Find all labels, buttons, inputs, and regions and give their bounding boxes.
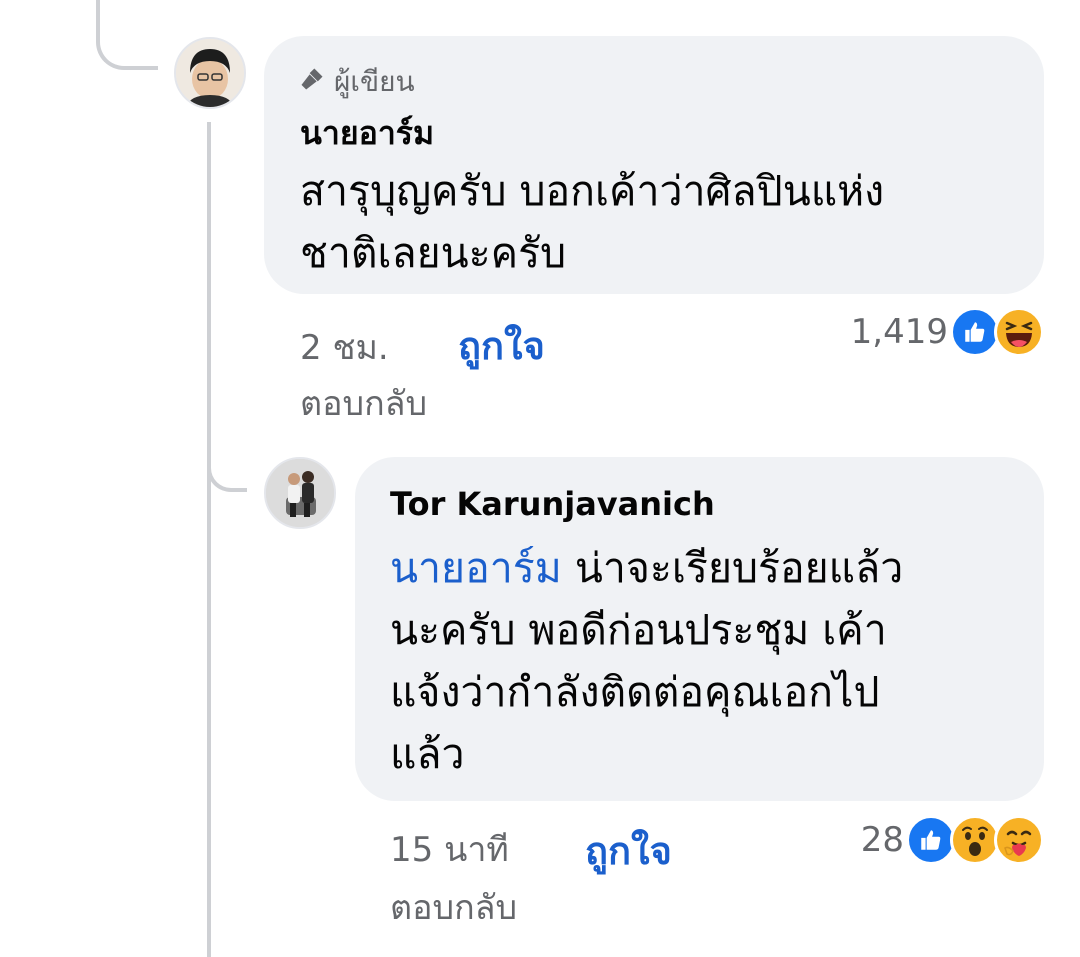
reply-text-line: แล้ว (390, 730, 465, 778)
author-badge: ผู้เขียน (298, 60, 415, 104)
reply-author-name[interactable]: Tor Karunjavanich (390, 485, 715, 523)
reaction-count: 1,419 (850, 312, 948, 352)
care-icon (994, 815, 1044, 865)
reply-text-segment: น่าจะเรียบร้อยแล้ว (561, 544, 904, 592)
reply-reaction-summary[interactable]: 28 (861, 815, 1044, 865)
like-icon (950, 307, 1000, 357)
reply-timestamp[interactable]: 15 นาที (390, 822, 509, 876)
microphone-icon (298, 65, 326, 100)
thread-connector-line (207, 122, 211, 957)
thread-connector-top (96, 0, 158, 70)
comment-text-line: ชาติเลยนะครับ (300, 229, 567, 277)
comment-text: สารุบุญครับ บอกเค้าว่าศิลปินแห่ง ชาติเลย… (300, 160, 884, 284)
like-icon (906, 815, 956, 865)
reply-button[interactable]: ตอบกลับ (300, 376, 427, 430)
reply-text-line: แจ้งว่ากำลังติดต่อคุณเอกไป (390, 668, 880, 716)
reaction-count: 28 (860, 820, 904, 860)
avatar-replier[interactable] (264, 457, 336, 529)
thread-connector-reply (207, 440, 247, 492)
comment-timestamp[interactable]: 2 ชม. (300, 320, 389, 374)
reply-reply-button[interactable]: ตอบกลับ (390, 880, 517, 934)
haha-icon (994, 307, 1044, 357)
reaction-summary[interactable]: 1,419 (851, 307, 1044, 357)
reply-text-line: นายอาร์ม น่าจะเรียบร้อยแล้ว (390, 537, 903, 599)
reply-text-line: นะครับ พอดีก่อนประชุม เค้า (390, 606, 887, 654)
comment-author-name[interactable]: นายอาร์ม (300, 108, 434, 159)
like-button[interactable]: ถูกใจ (458, 315, 545, 376)
comment-text-line: สารุบุญครับ บอกเค้าว่าศิลปินแห่ง (300, 167, 885, 215)
reply-text: นายอาร์ม น่าจะเรียบร้อยแล้ว นะครับ พอดีก… (390, 537, 903, 785)
reply-like-button[interactable]: ถูกใจ (585, 820, 672, 881)
wow-icon (950, 815, 1000, 865)
author-badge-label: ผู้เขียน (334, 65, 415, 98)
mention-link[interactable]: นายอาร์ม (390, 544, 562, 592)
avatar-author[interactable] (174, 37, 246, 109)
